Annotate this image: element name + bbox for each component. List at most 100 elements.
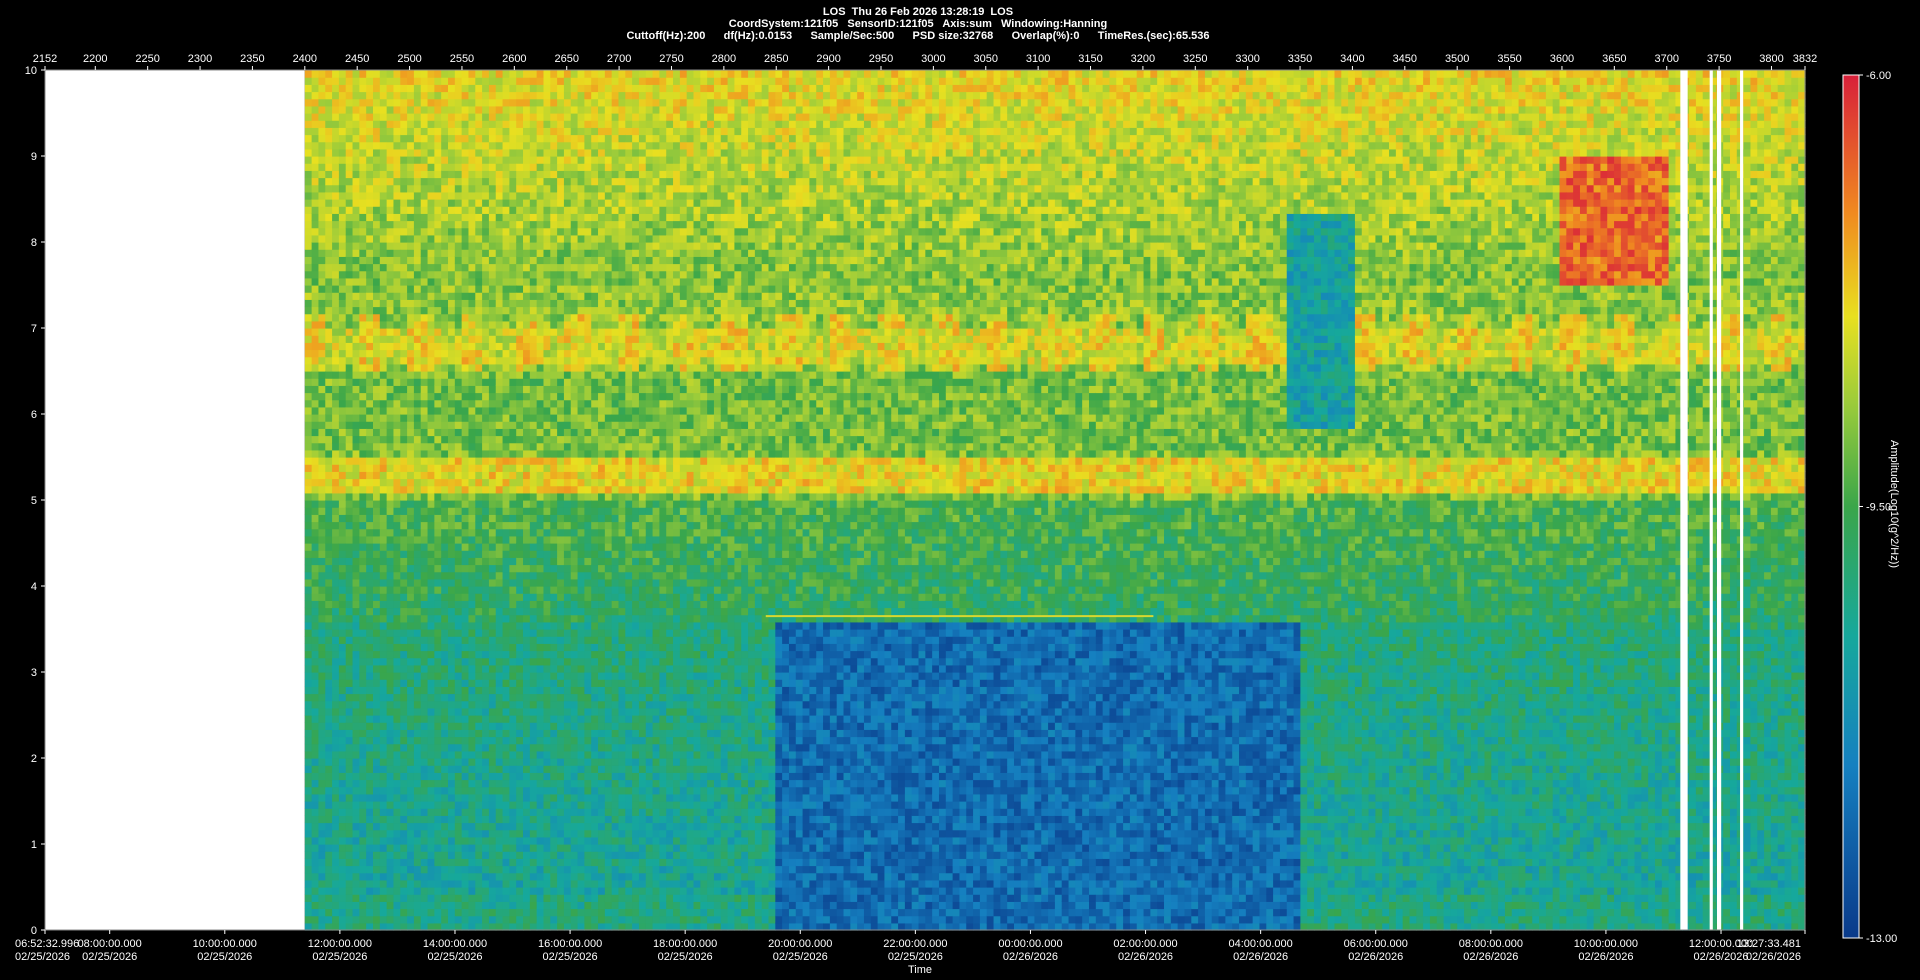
heatmap-cell (393, 887, 400, 895)
heatmap-cell (332, 84, 339, 92)
heatmap-cell (373, 135, 380, 143)
heatmap-cell (359, 744, 366, 752)
heatmap-cell (318, 299, 325, 307)
heatmap-cell (366, 486, 373, 494)
heatmap-cell (312, 428, 319, 436)
heatmap-cell (373, 858, 380, 866)
heatmap-cell (380, 385, 387, 393)
heatmap-cell (380, 264, 387, 272)
heatmap-cell (305, 765, 312, 773)
heatmap-cell (380, 113, 387, 121)
heatmap-cell (312, 92, 319, 100)
heatmap-cell (373, 837, 380, 845)
heatmap-cell (305, 715, 312, 723)
heatmap-cell (393, 550, 400, 558)
heatmap-cell (387, 385, 394, 393)
heatmap-cell (373, 335, 380, 343)
heatmap-cell (387, 192, 394, 200)
heatmap-cell (380, 858, 387, 866)
heatmap-cell (393, 672, 400, 680)
heatmap-cell (359, 371, 366, 379)
heatmap-cell (318, 414, 325, 422)
heatmap-cell (325, 923, 332, 931)
heatmap-cell (380, 923, 387, 931)
heatmap-cell (373, 880, 380, 888)
heatmap-cell (325, 529, 332, 537)
heatmap-cell (318, 579, 325, 587)
heatmap-cell (366, 464, 373, 472)
heatmap-cell (339, 127, 346, 135)
heatmap-cell (332, 235, 339, 243)
heatmap-cell (373, 751, 380, 759)
heatmap-cell (393, 543, 400, 551)
heatmap-cell (373, 866, 380, 874)
heatmap-cell (305, 142, 312, 150)
heatmap-cell (318, 751, 325, 759)
heatmap-cell (312, 880, 319, 888)
heatmap-cell (346, 163, 353, 171)
heatmap-cell (346, 443, 353, 451)
heatmap-cell (373, 665, 380, 673)
heatmap-cell (332, 371, 339, 379)
heatmap-cell (373, 658, 380, 666)
heatmap-cell (332, 507, 339, 515)
heatmap-cell (366, 844, 373, 852)
heatmap-cell (339, 844, 346, 852)
heatmap-cell (332, 256, 339, 264)
heatmap-cell (339, 414, 346, 422)
heatmap-cell (366, 729, 373, 737)
heatmap-cell (332, 622, 339, 630)
heatmap-cell (325, 500, 332, 508)
heatmap-cell (318, 572, 325, 580)
heatmap-cell (332, 464, 339, 472)
heatmap-cell (366, 815, 373, 823)
heatmap-cell (373, 708, 380, 716)
heatmap-cell (366, 565, 373, 573)
heatmap-cell (366, 170, 373, 178)
heatmap-cell (380, 185, 387, 193)
heatmap-cell (380, 249, 387, 257)
heatmap-cell (359, 880, 366, 888)
heatmap-cell (318, 285, 325, 293)
heatmap-cell (339, 550, 346, 558)
heatmap-cell (305, 608, 312, 616)
heatmap-cell (366, 421, 373, 429)
heatmap-cell (339, 701, 346, 709)
heatmap-cell (312, 113, 319, 121)
heatmap-cell (380, 729, 387, 737)
heatmap-cell (332, 106, 339, 114)
heatmap-cell (366, 393, 373, 401)
heatmap-cell (353, 672, 360, 680)
heatmap-cell (339, 694, 346, 702)
heatmap-cell (346, 514, 353, 522)
heatmap-cell (353, 808, 360, 816)
heatmap-cell (366, 780, 373, 788)
heatmap-cell (359, 794, 366, 802)
heatmap-cell (353, 557, 360, 565)
heatmap-cell (318, 600, 325, 608)
heatmap-cell (353, 751, 360, 759)
heatmap-cell (373, 256, 380, 264)
heatmap-cell (346, 715, 353, 723)
heatmap-cell (359, 407, 366, 415)
heatmap-cell (332, 127, 339, 135)
heatmap-cell (305, 780, 312, 788)
heatmap-cell (325, 901, 332, 909)
heatmap-cell (305, 443, 312, 451)
heatmap-cell (359, 665, 366, 673)
heatmap-cell (373, 328, 380, 336)
heatmap-cell (353, 428, 360, 436)
heatmap-cell (366, 328, 373, 336)
heatmap-cell (318, 364, 325, 372)
heatmap-cell (373, 801, 380, 809)
heatmap-cell (312, 228, 319, 236)
heatmap-cell (318, 651, 325, 659)
heatmap-cell (373, 643, 380, 651)
heatmap-cell (339, 679, 346, 687)
heatmap-cell (366, 894, 373, 902)
heatmap-cell (305, 493, 312, 501)
heatmap-cell (366, 679, 373, 687)
heatmap-cell (312, 679, 319, 687)
heatmap-cell (387, 443, 394, 451)
heatmap-cell (366, 694, 373, 702)
